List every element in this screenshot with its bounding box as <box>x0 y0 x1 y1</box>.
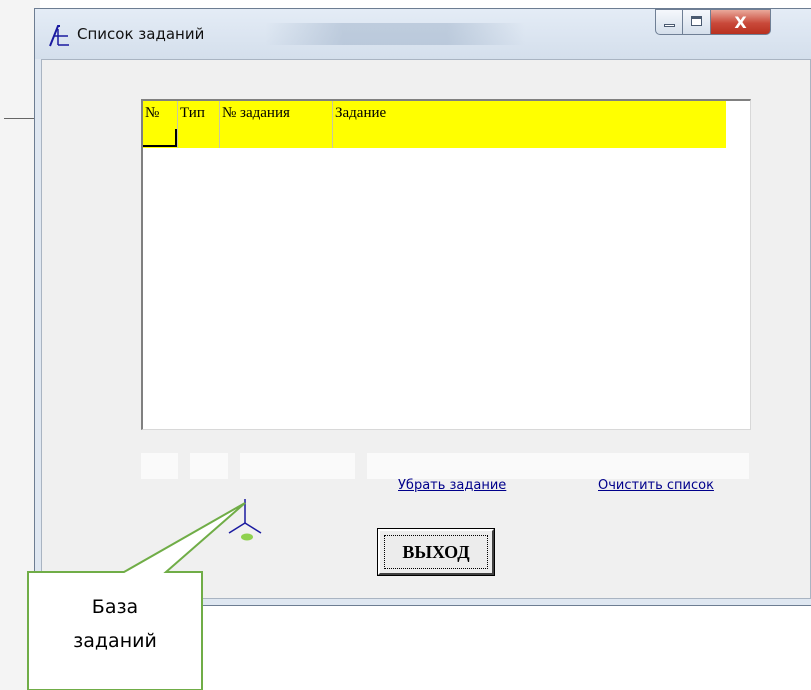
grid-header: № Тип № задания Задание <box>143 101 726 148</box>
exit-button[interactable]: ВЫХОД <box>377 528 495 576</box>
maximize-icon <box>691 16 702 26</box>
maximize-button[interactable] <box>683 9 711 35</box>
task-database-icon[interactable] <box>221 495 269 543</box>
minimize-button[interactable] <box>655 9 683 35</box>
remove-task-link[interactable]: Убрать задание <box>398 478 506 493</box>
title-bar[interactable]: Список заданий X <box>35 9 811 59</box>
minimize-icon <box>664 24 675 27</box>
footer-cell-task <box>367 453 749 479</box>
window-client-area: № Тип № задания Задание Убрать задание О… <box>41 59 811 599</box>
close-icon: X <box>734 13 747 32</box>
close-button[interactable]: X <box>711 9 771 35</box>
column-header-task-number[interactable]: № задания <box>220 101 333 148</box>
callout-line-1: База <box>91 596 139 618</box>
current-cell[interactable] <box>143 129 177 147</box>
column-header-task[interactable]: Задание <box>333 101 726 148</box>
clear-list-link[interactable]: Очистить список <box>598 478 714 493</box>
column-header-type[interactable]: Тип <box>178 101 220 148</box>
task-grid[interactable]: № Тип № задания Задание <box>141 99 751 430</box>
task-list-window: Список заданий X № Тип № задания Задание <box>34 8 811 606</box>
callout-label: База заданий <box>28 590 202 658</box>
footer-cell-task-number <box>240 453 355 479</box>
footer-cell-number <box>141 453 178 479</box>
focus-rect <box>384 535 488 569</box>
app-logo-icon <box>49 25 69 47</box>
callout-line-2: заданий <box>73 630 157 652</box>
footer-cell-type <box>190 453 228 479</box>
window-title: Список заданий <box>77 25 205 43</box>
